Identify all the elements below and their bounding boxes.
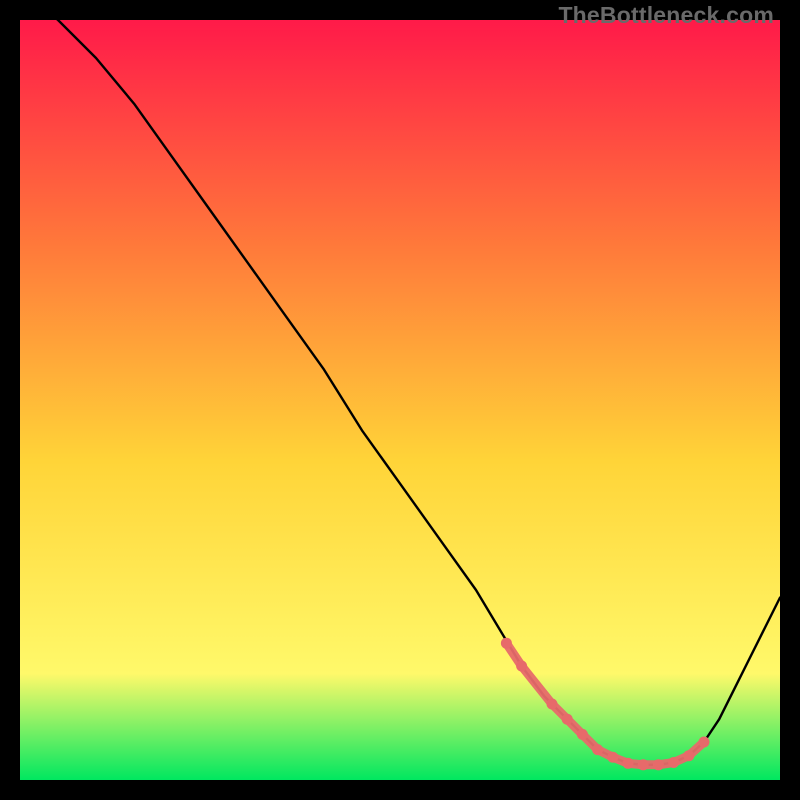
gradient-background	[20, 20, 780, 780]
watermark-text: TheBottleneck.com	[558, 2, 774, 29]
highlight-dot	[653, 759, 664, 770]
highlight-dot	[638, 759, 649, 770]
highlight-dot	[562, 714, 573, 725]
highlight-dot	[607, 752, 618, 763]
highlight-dot	[699, 737, 710, 748]
highlight-dot	[547, 699, 558, 710]
highlight-dot	[501, 638, 512, 649]
bottleneck-chart	[20, 20, 780, 780]
highlight-dot	[516, 661, 527, 672]
highlight-dot	[592, 744, 603, 755]
highlight-dot	[668, 757, 679, 768]
highlight-dot	[577, 729, 588, 740]
chart-frame	[20, 20, 780, 780]
highlight-dot	[623, 758, 634, 769]
highlight-dot	[683, 750, 694, 761]
